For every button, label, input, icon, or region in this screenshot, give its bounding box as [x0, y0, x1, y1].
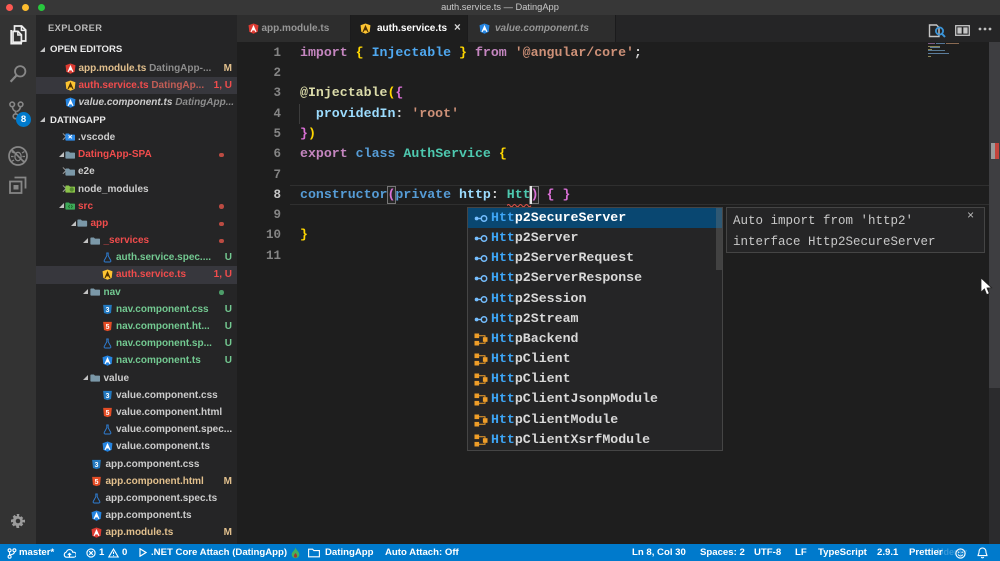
svg-text:3: 3: [106, 393, 110, 400]
svg-text:5: 5: [106, 324, 110, 331]
svg-text:5: 5: [106, 410, 110, 417]
svg-text:5: 5: [95, 479, 99, 486]
svg-text:3: 3: [106, 307, 110, 314]
svg-text:3: 3: [95, 461, 99, 468]
